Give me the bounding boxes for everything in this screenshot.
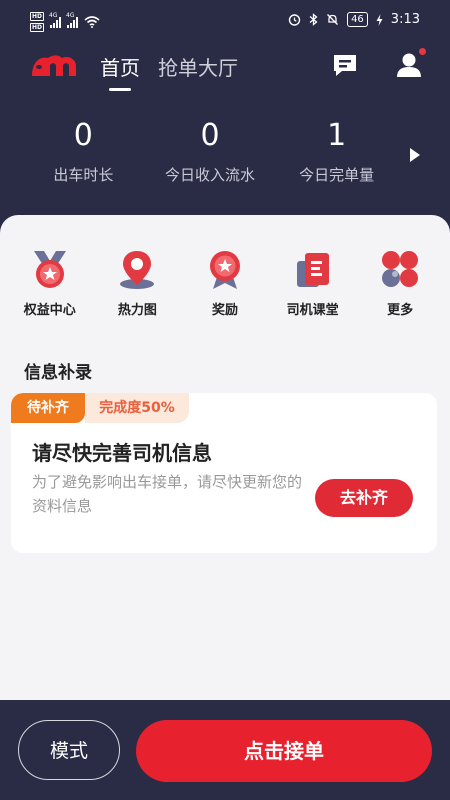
stat-driving-time[interactable]: 0 出车时长 [20, 118, 147, 185]
quick-item-more[interactable]: 更多 [356, 247, 444, 318]
driver-classroom-icon [296, 253, 329, 287]
alarm-icon [288, 14, 301, 26]
message-button[interactable] [330, 50, 360, 80]
play-arrow-icon[interactable] [410, 148, 420, 162]
main-panel: 权益中心 热力图 奖励 司机课堂 更多 信息补录 待补齐 完成度50% 请尽快完… [0, 215, 450, 735]
pending-tag: 待补齐 [11, 393, 85, 423]
quick-item-rights-center[interactable]: 权益中心 [6, 247, 94, 318]
heatmap-icon [120, 251, 155, 289]
top-nav: 首页 抢单大厅 [0, 44, 450, 92]
quick-actions: 权益中心 热力图 奖励 司机课堂 更多 [6, 247, 444, 318]
battery-icon: 46 [347, 12, 368, 27]
network-type-label-2: 4G [66, 12, 75, 19]
hd-bottom-badge: HD [30, 23, 45, 32]
network-type-label: 4G [49, 12, 58, 19]
stat-value: 1 [327, 118, 347, 153]
quick-label: 热力图 [117, 303, 157, 318]
quick-item-reward[interactable]: 奖励 [181, 247, 269, 318]
quick-label: 奖励 [211, 303, 238, 318]
info-card[interactable]: 待补齐 完成度50% 请尽快完善司机信息 为了避免影响出车接单，请尽快更新您的资… [11, 393, 437, 553]
stat-value: 0 [73, 118, 93, 153]
stats-row: 0 出车时长 0 今日收入流水 1 今日完单量 [20, 118, 400, 185]
app-screen: HD HD 4G 4G 46 3:13 首页 抢单大厅 0 出车时长 0 今日收… [0, 0, 450, 800]
complete-info-button[interactable]: 去补齐 [315, 479, 413, 517]
profile-icon [397, 53, 421, 77]
hd-top-badge: HD [30, 12, 45, 21]
quick-item-driver-classroom[interactable]: 司机课堂 [269, 247, 357, 318]
card-title: 请尽快完善司机信息 [32, 441, 212, 465]
charging-icon [376, 13, 383, 26]
signal-icon-2: 4G [66, 12, 79, 28]
stat-today-orders[interactable]: 1 今日完单量 [273, 118, 400, 185]
bottom-bar: 模式 点击接单 [0, 700, 450, 800]
progress-tag: 完成度50% [85, 393, 189, 423]
signal-icon: 4G [49, 12, 62, 28]
profile-button[interactable] [394, 48, 426, 80]
mute-icon [327, 14, 339, 25]
app-logo [32, 55, 76, 76]
card-description: 为了避免影响出车接单，请尽快更新您的资料信息 [32, 473, 303, 515]
message-icon [334, 55, 356, 76]
stat-label: 出车时长 [53, 166, 114, 184]
section-title: 信息补录 [24, 363, 92, 383]
hd-indicator: HD HD [30, 12, 45, 32]
quick-label: 更多 [387, 303, 414, 318]
tab-order-hall[interactable]: 抢单大厅 [158, 52, 238, 81]
stat-label: 今日完单量 [299, 166, 375, 184]
mode-button[interactable]: 模式 [18, 720, 120, 780]
quick-label: 司机课堂 [286, 303, 339, 318]
stat-value: 0 [200, 118, 220, 153]
tab-home[interactable]: 首页 [100, 52, 140, 81]
more-icon [382, 251, 419, 287]
status-bar-right: 46 3:13 [288, 12, 420, 27]
stat-label: 今日收入流水 [165, 166, 256, 184]
status-bar: HD HD 4G 4G 46 3:13 [0, 0, 450, 40]
clock: 3:13 [390, 12, 420, 27]
wifi-icon [84, 16, 100, 28]
bluetooth-icon [309, 13, 318, 26]
rights-center-icon [33, 251, 66, 288]
accept-order-button[interactable]: 点击接单 [136, 720, 432, 782]
notification-dot [419, 48, 426, 55]
stat-today-income[interactable]: 0 今日收入流水 [147, 118, 274, 185]
reward-icon [209, 251, 240, 289]
quick-label: 权益中心 [23, 303, 76, 318]
status-bar-left: HD HD 4G 4G [30, 12, 100, 32]
quick-item-heatmap[interactable]: 热力图 [94, 247, 182, 318]
